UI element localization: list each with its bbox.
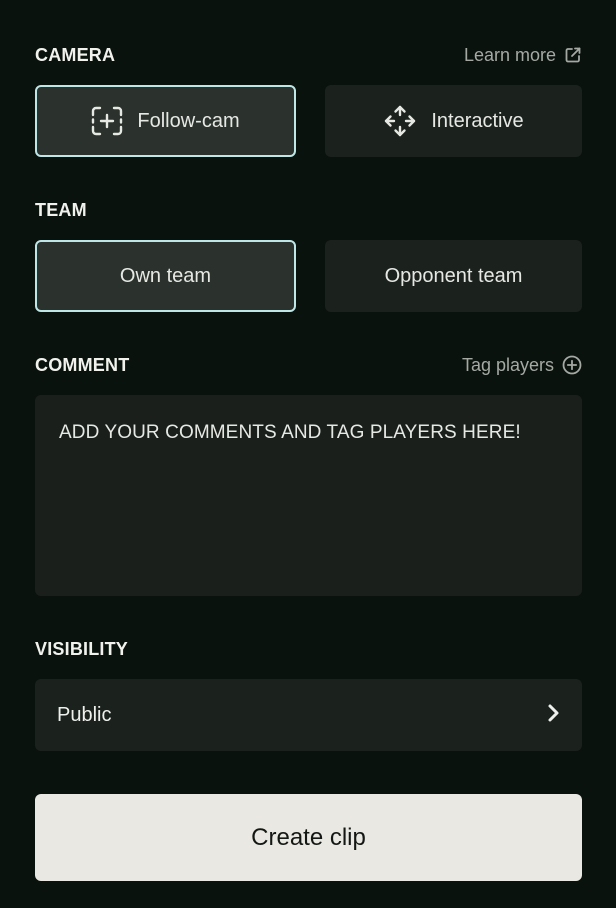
tag-players-link[interactable]: Tag players	[462, 355, 582, 376]
camera-section-header: CAMERA Learn more	[35, 43, 582, 67]
team-section-title: TEAM	[35, 199, 87, 220]
chevron-right-icon	[546, 703, 560, 728]
create-clip-button[interactable]: Create clip	[35, 794, 582, 881]
interactive-label: Interactive	[431, 109, 524, 132]
external-link-icon	[564, 46, 582, 64]
follow-cam-icon	[91, 106, 123, 136]
visibility-value: Public	[57, 703, 112, 726]
create-clip-label: Create clip	[251, 823, 366, 851]
tag-players-label: Tag players	[461, 354, 554, 375]
camera-section-title: CAMERA	[35, 44, 116, 65]
learn-more-link[interactable]: Learn more	[464, 45, 582, 66]
learn-more-label: Learn more	[463, 44, 556, 65]
own-team-button[interactable]: Own team	[35, 240, 296, 312]
visibility-select[interactable]: Public	[35, 679, 582, 751]
visibility-section-header: VISIBILITY	[35, 637, 582, 661]
comment-section-header: COMMENT Tag players	[35, 353, 582, 377]
follow-cam-label: Follow-cam	[137, 109, 240, 132]
own-team-label: Own team	[119, 264, 212, 287]
interactive-button[interactable]: Interactive	[325, 85, 582, 157]
team-options: Own team Opponent team	[35, 240, 582, 312]
visibility-section-title: VISIBILITY	[35, 638, 129, 659]
camera-options: Follow-cam Interactive	[35, 85, 582, 157]
comment-section-title: COMMENT	[35, 354, 130, 375]
opponent-team-label: Opponent team	[384, 264, 523, 287]
follow-cam-button[interactable]: Follow-cam	[35, 85, 296, 157]
plus-circle-icon	[562, 355, 582, 375]
team-section-header: TEAM	[35, 198, 582, 222]
opponent-team-button[interactable]: Opponent team	[325, 240, 582, 312]
move-arrows-icon	[383, 104, 417, 138]
comment-input[interactable]	[35, 395, 582, 596]
